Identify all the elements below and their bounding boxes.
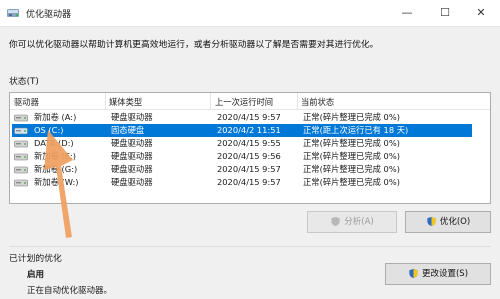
hard-drive-icon (14, 127, 28, 135)
last-run-time: 2020/4/15 9:57 (217, 177, 281, 187)
drive-row[interactable]: 新加卷 (E:) 硬盘驱动器 2020/4/15 9:56 正常(碎片整理已完成 0%… (12, 150, 472, 163)
analyze-button-label: 分析(A) (344, 217, 374, 227)
drive-row[interactable]: 新加卷 (G:) 硬盘驱动器 2020/4/15 9:57 正常(碎片整理已完成 0%… (12, 163, 472, 176)
maximize-button[interactable]: ☐ (426, 0, 464, 26)
title-bar: 优化驱动器 — ☐ ✕ (0, 0, 500, 27)
column-separator (297, 93, 298, 109)
hard-drive-icon (14, 153, 28, 161)
column-header-drive[interactable]: 驱动器 (14, 96, 39, 108)
last-run-time: 2020/4/15 9:56 (217, 151, 281, 161)
column-header-media-type[interactable]: 媒体类型 (109, 96, 142, 108)
current-status: 正常(碎片整理已完成 0%) (303, 151, 400, 161)
hard-drive-icon (14, 140, 28, 148)
change-settings-button-label: 更改设置(S) (421, 269, 469, 279)
section-divider (9, 246, 491, 247)
change-settings-button[interactable]: 更改设置(S) (385, 263, 491, 285)
close-button[interactable]: ✕ (462, 0, 500, 26)
media-type: 硬盘驱动器 (111, 112, 153, 122)
last-run-time: 2020/4/15 9:55 (217, 138, 281, 148)
media-type: 硬盘驱动器 (111, 164, 153, 174)
optimize-button-label: 优化(O) (439, 217, 471, 227)
current-status: 正常(碎片整理已完成 0%) (303, 164, 400, 174)
current-status: 正常(碎片整理已完成 0%) (303, 177, 400, 187)
drive-row[interactable]: 新加卷 (W:) 硬盘驱动器 2020/4/15 9:57 正常(碎片整理已完成 0%… (12, 176, 472, 189)
drive-name: 新加卷 (G:) (34, 164, 78, 174)
column-header-last-run[interactable]: 上一次运行时间 (215, 96, 273, 108)
description-text: 你可以优化驱动器以帮助计算机更高效地运行，或者分析驱动器以了解是否需要对其进行优… (9, 40, 379, 50)
last-run-time: 2020/4/15 9:57 (217, 112, 281, 122)
drive-row[interactable]: DATA (D:) 硬盘驱动器 2020/4/15 9:55 正常(碎片整理已完成 0… (12, 137, 472, 150)
analyze-button[interactable]: 分析(A) (307, 211, 397, 233)
current-status: 正常(距上次运行已有 18 天) (303, 125, 409, 135)
scheduled-optimization-label: 已计划的优化 (9, 254, 62, 264)
optimize-button[interactable]: 优化(O) (405, 211, 491, 233)
media-type: 硬盘驱动器 (111, 177, 153, 187)
uac-shield-icon (331, 216, 340, 227)
drive-name: DATA (D:) (34, 138, 74, 148)
drive-row[interactable]: OS (C:) 固态硬盘 2020/4/2 11:51 正常(距上次运行已有 18 天… (12, 124, 472, 137)
media-type: 硬盘驱动器 (111, 151, 153, 161)
status-section-label: 状态(T) (9, 77, 39, 87)
drive-list[interactable]: 驱动器 媒体类型 上一次运行时间 当前状态 新加卷 (A:) 硬盘驱动器 2020/… (9, 92, 491, 204)
column-header-current-status[interactable]: 当前状态 (301, 96, 334, 108)
drive-row[interactable]: 新加卷 (A:) 硬盘驱动器 2020/4/15 9:57 正常(碎片整理已完成 0%… (12, 111, 472, 124)
drive-name: OS (C:) (34, 125, 64, 135)
last-run-time: 2020/4/2 11:51 (217, 125, 281, 135)
last-run-time: 2020/4/15 9:57 (217, 164, 281, 174)
hard-drive-icon (14, 166, 28, 174)
drive-name: 新加卷 (A:) (34, 112, 77, 122)
hard-drive-icon (14, 114, 28, 122)
schedule-status: 启用 (27, 270, 45, 280)
uac-shield-icon (409, 268, 418, 279)
current-status: 正常(碎片整理已完成 0%) (303, 112, 400, 122)
schedule-detail: 正在自动优化驱动器。 (27, 286, 113, 296)
drive-name: 新加卷 (W:) (34, 177, 79, 187)
hard-drive-icon (14, 179, 28, 187)
media-type: 固态硬盘 (111, 125, 145, 135)
minimize-button[interactable]: — (388, 0, 426, 26)
column-separator (105, 93, 106, 109)
drive-list-header: 驱动器 媒体类型 上一次运行时间 当前状态 (10, 93, 490, 110)
media-type: 硬盘驱动器 (111, 138, 153, 148)
window-title: 优化驱动器 (26, 10, 72, 20)
uac-shield-icon (427, 216, 436, 227)
column-separator (210, 93, 211, 109)
current-status: 正常(碎片整理已完成 0%) (303, 138, 400, 148)
defrag-app-icon (7, 9, 19, 17)
drive-name: 新加卷 (E:) (34, 151, 77, 161)
